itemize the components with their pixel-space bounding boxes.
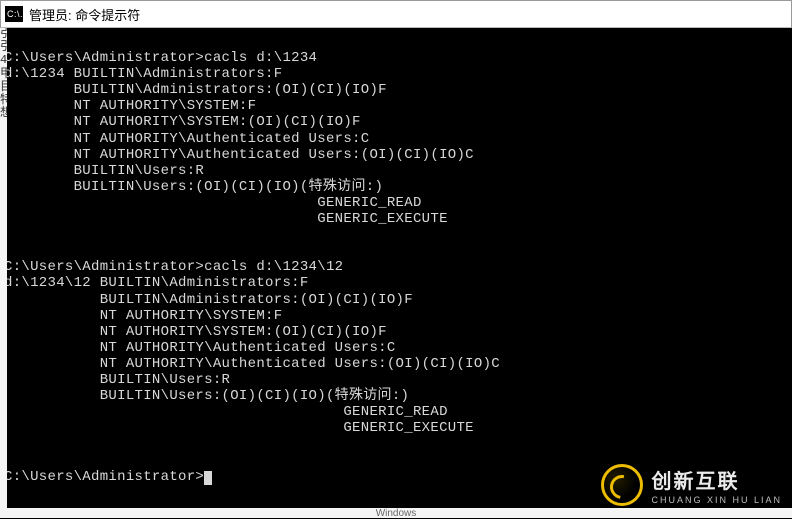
- terminal-line: BUILTIN\Administrators:(OI)(CI)(IO)F: [4, 292, 784, 308]
- terminal-line: [4, 243, 784, 259]
- terminal-line: BUILTIN\Administrators:(OI)(CI)(IO)F: [4, 82, 784, 98]
- terminal-line: NT AUTHORITY\Authenticated Users:C: [4, 340, 784, 356]
- terminal-line: NT AUTHORITY\SYSTEM:F: [4, 98, 784, 114]
- terminal-line: NT AUTHORITY\Authenticated Users:(OI)(CI…: [4, 356, 784, 372]
- terminal-line: d:\1234 BUILTIN\Administrators:F: [4, 66, 784, 82]
- terminal-line: NT AUTHORITY\Authenticated Users:C: [4, 131, 784, 147]
- terminal-line: NT AUTHORITY\SYSTEM:(OI)(CI)(IO)F: [4, 324, 784, 340]
- watermark-cn: 创新互联: [651, 465, 782, 494]
- terminal-line: BUILTIN\Users:R: [4, 372, 784, 388]
- terminal-line: BUILTIN\Users:R: [4, 163, 784, 179]
- terminal-line: BUILTIN\Users:(OI)(CI)(IO)(特殊访问:): [4, 179, 784, 195]
- watermark-text: 创新互联 CHUANG XIN HU LIAN: [651, 465, 782, 505]
- terminal-line: NT AUTHORITY\SYSTEM:(OI)(CI)(IO)F: [4, 114, 784, 130]
- terminal-line: C:\Users\Administrator>cacls d:\1234\12: [4, 259, 784, 275]
- terminal-line: [4, 227, 784, 243]
- cmd-icon: C:\.: [5, 6, 23, 22]
- terminal-line: C:\Users\Administrator>cacls d:\1234: [4, 50, 784, 66]
- terminal-line: GENERIC_EXECUTE: [4, 211, 784, 227]
- watermark-en: CHUANG XIN HU LIAN: [651, 495, 782, 505]
- terminal-line: [4, 34, 784, 50]
- terminal-line: GENERIC_READ: [4, 195, 784, 211]
- terminal-line: GENERIC_EXECUTE: [4, 420, 784, 436]
- watermark-logo-icon: [601, 464, 643, 506]
- left-fragment-strip: 引 引 4 甲 目 特 想: [0, 28, 7, 518]
- window-title: 管理员: 命令提示符: [29, 5, 140, 24]
- terminal-line: d:\1234\12 BUILTIN\Administrators:F: [4, 275, 784, 291]
- terminal-line: BUILTIN\Users:(OI)(CI)(IO)(特殊访问:): [4, 388, 784, 404]
- terminal-line: NT AUTHORITY\Authenticated Users:(OI)(CI…: [4, 147, 784, 163]
- terminal-line: GENERIC_READ: [4, 404, 784, 420]
- terminal-line: [4, 436, 784, 452]
- bottom-fragment-strip: Windows: [0, 508, 792, 518]
- watermark: 创新互联 CHUANG XIN HU LIAN: [601, 464, 782, 506]
- titlebar: C:\. 管理员: 命令提示符: [0, 0, 792, 28]
- terminal-output[interactable]: C:\Users\Administrator>cacls d:\1234d:\1…: [0, 28, 792, 518]
- terminal-line: NT AUTHORITY\SYSTEM:F: [4, 308, 784, 324]
- cursor-icon: [204, 471, 212, 485]
